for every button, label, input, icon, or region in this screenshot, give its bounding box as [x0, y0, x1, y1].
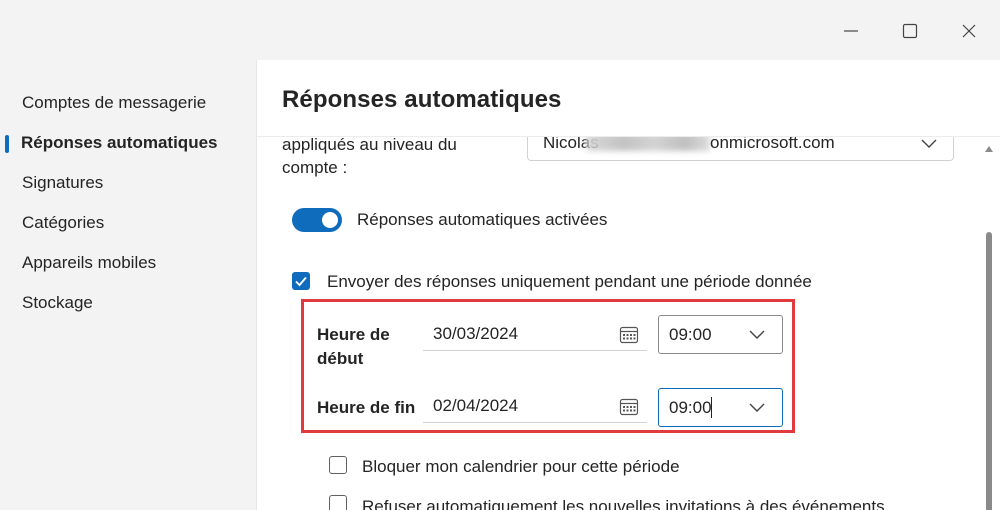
- sidebar-item-stockage[interactable]: Stockage: [22, 289, 93, 317]
- redacted-email: [586, 137, 710, 151]
- sidebar-item-signatures[interactable]: Signatures: [22, 169, 103, 197]
- settings-sidebar: Comptes de messagerie Réponses automatiq…: [0, 60, 256, 510]
- decline-invites-checkbox[interactable]: [329, 495, 347, 510]
- start-date-value: 30/03/2024: [433, 324, 519, 343]
- chevron-down-icon: [749, 403, 765, 412]
- sidebar-item-reponses-automatiques[interactable]: Réponses automatiques: [21, 129, 218, 157]
- sidebar-item-appareils-mobiles[interactable]: Appareils mobiles: [22, 249, 156, 277]
- sidebar-item-categories[interactable]: Catégories: [22, 209, 104, 237]
- close-button[interactable]: [954, 16, 984, 46]
- end-time-select[interactable]: 09:00: [658, 388, 783, 427]
- account-suffix: onmicrosoft.com: [710, 137, 835, 152]
- end-date-value: 02/04/2024: [433, 396, 519, 415]
- scroll-up-arrow-icon[interactable]: [985, 146, 993, 152]
- chevron-down-icon: [921, 139, 937, 148]
- settings-scroll-area[interactable]: appliqués au niveau du compte : Nicolas …: [257, 137, 1000, 510]
- minimize-button[interactable]: [836, 16, 866, 46]
- settings-content: Réponses automatiques appliqués au nivea…: [256, 60, 1000, 510]
- period-checkbox[interactable]: [292, 272, 310, 290]
- vertical-scrollbar[interactable]: [984, 137, 994, 510]
- minimize-icon: [844, 30, 858, 32]
- account-dropdown[interactable]: Nicolas onmicrosoft.com: [527, 137, 954, 161]
- maximize-button[interactable]: [895, 16, 925, 46]
- toggle-knob: [322, 212, 338, 228]
- start-label-line1: Heure de: [317, 325, 390, 344]
- scrollbar-thumb[interactable]: [986, 232, 992, 510]
- block-calendar-checkbox[interactable]: [329, 456, 347, 474]
- end-date-field[interactable]: 02/04/2024: [423, 391, 647, 423]
- sidebar-item-comptes[interactable]: Comptes de messagerie: [22, 89, 206, 117]
- account-label-line1: appliqués au niveau du: [282, 137, 457, 154]
- active-indicator: [5, 135, 9, 153]
- maximize-icon: [902, 23, 918, 39]
- auto-reply-toggle[interactable]: [292, 208, 342, 232]
- start-label-line2: début: [317, 349, 364, 368]
- checkmark-icon: [295, 276, 307, 287]
- title-bar: [0, 0, 1000, 60]
- start-time-value: 09:00: [669, 325, 712, 344]
- auto-reply-toggle-label: Réponses automatiques activées: [357, 210, 608, 229]
- block-calendar-label: Bloquer mon calendrier pour cette périod…: [362, 457, 680, 476]
- text-caret: [711, 397, 712, 418]
- end-time-value: 09:00: [669, 398, 712, 417]
- end-label: Heure de fin: [317, 398, 416, 417]
- start-time-select[interactable]: 09:00: [658, 315, 783, 354]
- period-checkbox-label: Envoyer des réponses uniquement pendant …: [327, 272, 812, 291]
- calendar-icon[interactable]: [619, 325, 639, 344]
- page-title: Réponses automatiques: [282, 86, 562, 113]
- account-label-line2: compte :: [282, 158, 348, 177]
- start-date-field[interactable]: 30/03/2024: [423, 319, 647, 351]
- decline-invites-label: Refuser automatiquement les nouvelles in…: [362, 497, 885, 510]
- chevron-down-icon: [749, 330, 765, 339]
- calendar-icon[interactable]: [619, 397, 639, 416]
- close-icon: [962, 24, 976, 38]
